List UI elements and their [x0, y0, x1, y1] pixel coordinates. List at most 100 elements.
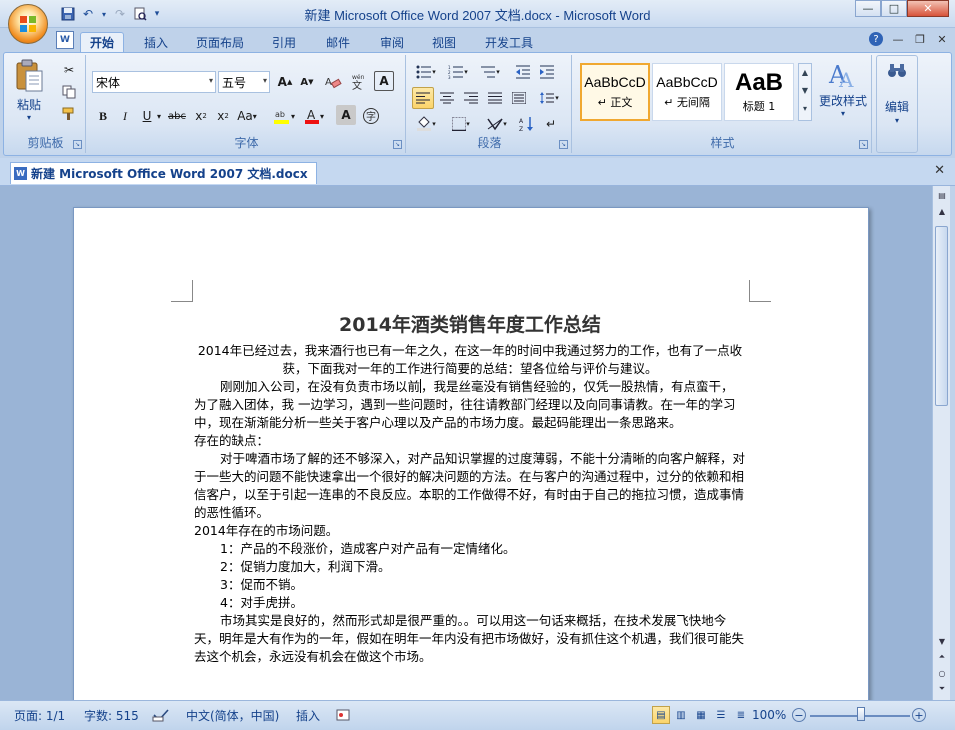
- align-left-icon[interactable]: [412, 87, 434, 109]
- doc-close-icon[interactable]: ✕: [935, 32, 949, 46]
- change-styles-icon: AA: [828, 61, 854, 92]
- phonetic-guide-icon[interactable]: wén 文: [348, 71, 370, 93]
- bullets-icon[interactable]: ▾: [412, 61, 440, 83]
- select-browse-object-icon[interactable]: ○: [934, 666, 950, 680]
- tab-review[interactable]: 审阅: [370, 32, 414, 52]
- italic-icon[interactable]: I: [114, 105, 136, 127]
- font-name-dropdown-icon[interactable]: ▾: [209, 76, 213, 85]
- scroll-thumb[interactable]: [935, 226, 948, 406]
- full-screen-reading-view-icon[interactable]: ▥: [672, 706, 690, 724]
- character-shading-icon[interactable]: A: [336, 105, 356, 125]
- multilevel-list-icon[interactable]: ▾: [476, 61, 504, 83]
- superscript-icon[interactable]: x2: [212, 105, 234, 127]
- distributed-icon[interactable]: [508, 87, 530, 109]
- sort-icon[interactable]: AZ: [516, 113, 538, 135]
- outline-view-icon[interactable]: ☰: [712, 706, 730, 724]
- justify-icon[interactable]: [484, 87, 506, 109]
- numbering-icon[interactable]: 1 2 3 ▾: [444, 61, 472, 83]
- underline-dropdown-icon[interactable]: ▾: [154, 105, 164, 127]
- clear-formatting-icon[interactable]: A: [322, 71, 344, 93]
- enclose-characters-icon[interactable]: 字: [360, 105, 382, 127]
- style-no-spacing-sample: AaBbCcD: [656, 74, 718, 90]
- next-page-icon[interactable]: ⏷: [934, 682, 950, 696]
- strikethrough-icon[interactable]: abc: [166, 105, 188, 127]
- shading-icon[interactable]: ▾: [412, 113, 440, 135]
- group-editing[interactable]: 编辑 ▾: [876, 55, 918, 153]
- grow-font-icon[interactable]: A ▲: [274, 71, 296, 93]
- decrease-indent-icon[interactable]: [512, 61, 534, 83]
- proofing-icon[interactable]: [152, 706, 170, 724]
- page-count[interactable]: 页面: 1/1: [14, 706, 65, 724]
- font-size-dropdown-icon[interactable]: ▾: [263, 76, 267, 85]
- maximize-button[interactable]: □: [881, 0, 907, 17]
- styles-more-icon[interactable]: ▾: [799, 100, 811, 118]
- scroll-up-icon[interactable]: ▲: [934, 204, 950, 218]
- bold-icon[interactable]: B: [92, 105, 114, 127]
- zoom-in-icon[interactable]: +: [912, 706, 926, 724]
- character-border-icon[interactable]: A: [374, 71, 394, 91]
- font-launcher-icon[interactable]: ↘: [393, 140, 402, 149]
- styles-down-icon[interactable]: ▼: [799, 82, 811, 100]
- change-case-icon[interactable]: Aa ▾: [234, 105, 260, 127]
- vertical-scrollbar[interactable]: ▤ ▲ ▼ ⏶ ○ ⏷: [932, 186, 950, 700]
- paste-dropdown-icon[interactable]: ▾: [12, 113, 46, 122]
- styles-up-icon[interactable]: ▲: [799, 64, 811, 82]
- style-normal[interactable]: AaBbCcD ↵ 正文: [580, 63, 650, 121]
- help-icon[interactable]: ?: [869, 32, 883, 46]
- font-color-icon[interactable]: A ▾: [300, 105, 328, 127]
- language-indicator[interactable]: 中文(简体，中国): [186, 706, 279, 724]
- doc-restore-icon[interactable]: ❐: [913, 32, 927, 46]
- minimize-button[interactable]: —: [855, 0, 881, 17]
- close-document-icon[interactable]: ✕: [934, 163, 945, 178]
- insert-mode[interactable]: 插入: [296, 706, 320, 724]
- office-button[interactable]: [8, 4, 48, 44]
- tab-insert[interactable]: 插入: [134, 32, 178, 52]
- group-paragraph: ▾ 1 2 3 ▾ ▾ ▾ ▾ ▾ ▾ A Z ↵ 段落 ↘: [408, 55, 572, 153]
- tab-references[interactable]: 引用: [262, 32, 306, 52]
- paste-button[interactable]: 粘贴 ▾: [12, 59, 46, 122]
- show-marks-icon[interactable]: ↵: [540, 113, 562, 135]
- draft-view-icon[interactable]: ≣: [732, 706, 750, 724]
- zoom-level[interactable]: 100%: [752, 706, 786, 724]
- macro-record-icon[interactable]: [336, 706, 350, 724]
- tab-home[interactable]: 开始: [80, 32, 124, 52]
- change-styles-button[interactable]: AA 更改样式 ▾: [816, 59, 870, 127]
- styles-launcher-icon[interactable]: ↘: [859, 140, 868, 149]
- line-spacing-icon[interactable]: ▾: [534, 87, 564, 109]
- zoom-slider-thumb[interactable]: [857, 707, 865, 721]
- paragraph-launcher-icon[interactable]: ↘: [559, 140, 568, 149]
- tab-developer[interactable]: 开发工具: [476, 32, 542, 52]
- copy-icon[interactable]: [58, 81, 80, 103]
- ruler-toggle-icon[interactable]: ▤: [934, 188, 950, 202]
- document-body[interactable]: 2014年酒类销售年度工作总结 2014年已经过去，我来酒行也已有一年之久，在这…: [194, 312, 746, 666]
- increase-indent-icon[interactable]: [536, 61, 558, 83]
- font-name-combo[interactable]: 宋体 ▾: [92, 71, 216, 93]
- style-heading-1[interactable]: AaB 标题 1: [724, 63, 794, 121]
- align-center-icon[interactable]: [436, 87, 458, 109]
- highlight-icon[interactable]: ab ▾: [270, 105, 298, 127]
- borders-icon[interactable]: ▾: [446, 113, 476, 135]
- zoom-out-icon[interactable]: −: [792, 706, 806, 724]
- previous-page-icon[interactable]: ⏶: [934, 650, 950, 664]
- style-no-spacing[interactable]: AaBbCcD ↵ 无间隔: [652, 63, 722, 121]
- document-page[interactable]: 2014年酒类销售年度工作总结 2014年已经过去，我来酒行也已有一年之久，在这…: [73, 207, 869, 700]
- editing-dropdown-icon: ▾: [894, 116, 899, 125]
- clipboard-launcher-icon[interactable]: ↘: [73, 140, 82, 149]
- asian-layout-icon[interactable]: ▾: [482, 113, 512, 135]
- tab-view[interactable]: 视图: [422, 32, 466, 52]
- tab-mailings[interactable]: 邮件: [316, 32, 360, 52]
- shrink-font-icon[interactable]: A ▼: [296, 71, 318, 93]
- format-painter-icon[interactable]: [58, 103, 80, 125]
- cut-icon[interactable]: ✂: [58, 59, 80, 81]
- align-right-icon[interactable]: [460, 87, 482, 109]
- document-tab[interactable]: W 新建 Microsoft Office Word 2007 文档.docx: [10, 162, 317, 184]
- scroll-down-icon[interactable]: ▼: [934, 634, 950, 648]
- font-size-combo[interactable]: 五号 ▾: [218, 71, 270, 93]
- doc-minimize-icon[interactable]: —: [891, 32, 905, 46]
- word-count[interactable]: 字数: 515: [84, 706, 139, 724]
- tab-page-layout[interactable]: 页面布局: [188, 32, 252, 52]
- web-layout-view-icon[interactable]: ▦: [692, 706, 710, 724]
- close-button[interactable]: ✕: [907, 0, 949, 17]
- print-layout-view-icon[interactable]: ▤: [652, 706, 670, 724]
- subscript-icon[interactable]: x2: [190, 105, 212, 127]
